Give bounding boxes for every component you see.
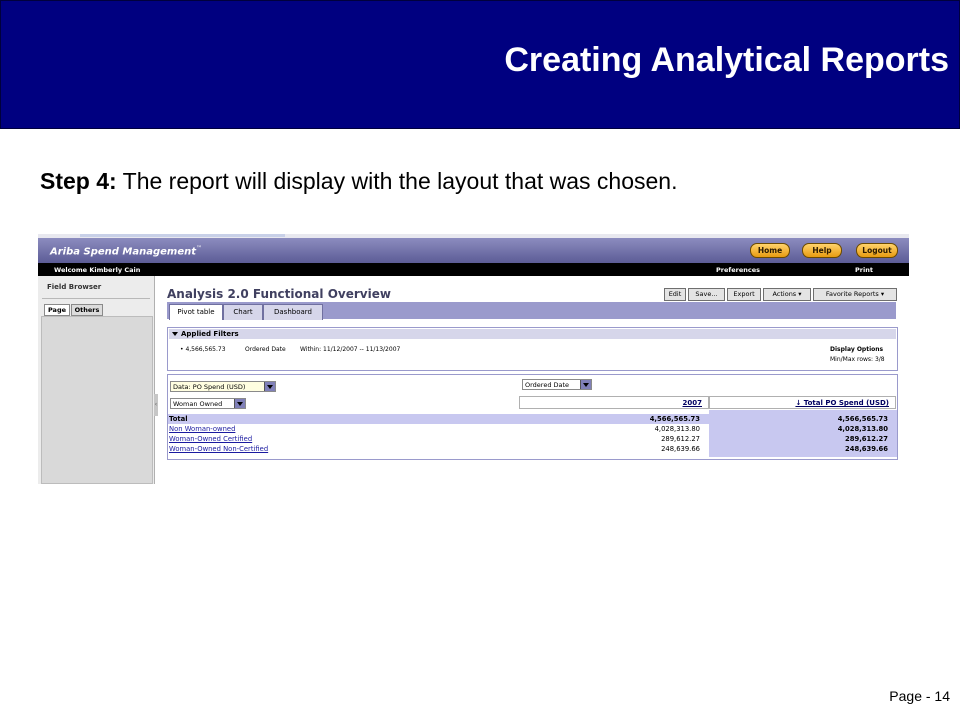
column-field-value: Ordered Date (525, 381, 570, 389)
row-field-select[interactable]: Woman Owned (170, 398, 246, 409)
cell-2007: 248,639.66 (661, 445, 700, 453)
tab-page[interactable]: Page (44, 304, 70, 316)
table-row: Woman-Owned Certified 289,612.27 289,612… (168, 434, 896, 444)
report-title: Analysis 2.0 Functional Overview (167, 287, 391, 301)
minmax-rows: Min/Max rows: 3/8 (830, 356, 885, 363)
tab-dashboard[interactable]: Dashboard (263, 304, 323, 320)
app-banner: Ariba Spend Management™ Home Help Logout (38, 238, 909, 263)
applied-filters-label: Applied Filters (181, 330, 239, 338)
collapse-panel-handle[interactable]: ‹ (154, 394, 158, 416)
field-list-area (41, 316, 153, 484)
brand-tm: ™ (196, 245, 202, 252)
app-screenshot: Ariba Spend Management™ Home Help Logout… (38, 234, 909, 484)
step-label: Step 4: (40, 168, 117, 194)
filter-range: Within: 11/12/2007 -- 11/13/2007 (300, 346, 401, 353)
column-field-select[interactable]: Ordered Date (522, 379, 592, 390)
save-button[interactable]: Save... (688, 288, 725, 301)
data-field-select[interactable]: Data: PO Spend (USD) (170, 381, 276, 392)
tab-others[interactable]: Others (71, 304, 103, 316)
cell-total: 289,612.27 (845, 435, 888, 443)
field-browser-panel: Field Browser Page Others (38, 276, 155, 484)
slide-header: Creating Analytical Reports (0, 0, 960, 129)
cell-2007: 4,028,313.80 (654, 425, 700, 433)
help-button[interactable]: Help (802, 243, 842, 258)
row-label-link[interactable]: Woman-Owned Certified (169, 434, 252, 444)
applied-filters-panel: Applied Filters • 4,566,565.73 Ordered D… (167, 327, 898, 371)
cell-2007: 289,612.27 (661, 435, 700, 443)
applied-filters-header[interactable]: Applied Filters (169, 329, 896, 339)
export-button[interactable]: Export (727, 288, 761, 301)
step-description: The report will display with the layout … (116, 168, 678, 194)
browser-tab-hint (80, 234, 285, 237)
row-label-link[interactable]: Woman-Owned Non-Certified (169, 444, 268, 454)
cell-2007: 4,566,565.73 (649, 415, 700, 423)
view-tabs: Pivot table Chart Dashboard (167, 302, 896, 320)
filter-field: Ordered Date (245, 346, 286, 353)
table-row: Total 4,566,565.73 4,566,565.73 (168, 414, 896, 424)
row-label: Total (169, 415, 188, 423)
filter-value: • 4,566,565.73 (180, 346, 226, 353)
page-number: Page - 14 (889, 688, 950, 704)
tab-chart[interactable]: Chart (223, 304, 263, 320)
cell-total: 4,028,313.80 (837, 425, 888, 433)
field-browser-title: Field Browser (47, 283, 102, 291)
cell-total: 248,639.66 (845, 445, 888, 453)
print-link[interactable]: Print (855, 266, 873, 274)
welcome-text: Welcome Kimberly Cain (54, 266, 141, 274)
row-field-value: Woman Owned (173, 400, 223, 408)
data-field-value: Data: PO Spend (USD) (173, 383, 246, 391)
actions-menu[interactable]: Actions ▾ (763, 288, 811, 301)
slide-title: Creating Analytical Reports (504, 41, 949, 79)
welcome-bar: Welcome Kimberly Cain Preferences Print (38, 263, 909, 276)
cell-total: 4,566,565.73 (837, 415, 888, 423)
preferences-link[interactable]: Preferences (716, 266, 760, 274)
divider (42, 298, 150, 299)
table-row: Woman-Owned Non-Certified 248,639.66 248… (168, 444, 896, 454)
row-label-link[interactable]: Non Woman-owned (169, 424, 235, 434)
chevron-down-icon (264, 382, 275, 391)
display-options-link[interactable]: Display Options (830, 346, 883, 353)
chevron-down-icon (234, 399, 245, 408)
step-instruction: Step 4: The report will display with the… (40, 168, 678, 195)
chevron-down-icon (580, 380, 591, 389)
collapse-triangle-icon (172, 332, 178, 336)
favorite-reports-menu[interactable]: Favorite Reports ▾ (813, 288, 897, 301)
home-button[interactable]: Home (750, 243, 790, 258)
column-header-2007[interactable]: 2007 (519, 396, 709, 409)
brand-name: Ariba Spend Management (50, 246, 196, 258)
logout-button[interactable]: Logout (856, 243, 898, 258)
tab-pivot-table[interactable]: Pivot table (169, 304, 223, 320)
edit-button[interactable]: Edit (664, 288, 686, 301)
brand-logo: Ariba Spend Management™ (50, 245, 202, 257)
table-row: Non Woman-owned 4,028,313.80 4,028,313.8… (168, 424, 896, 434)
column-header-total[interactable]: ↓ Total PO Spend (USD) (709, 396, 896, 409)
